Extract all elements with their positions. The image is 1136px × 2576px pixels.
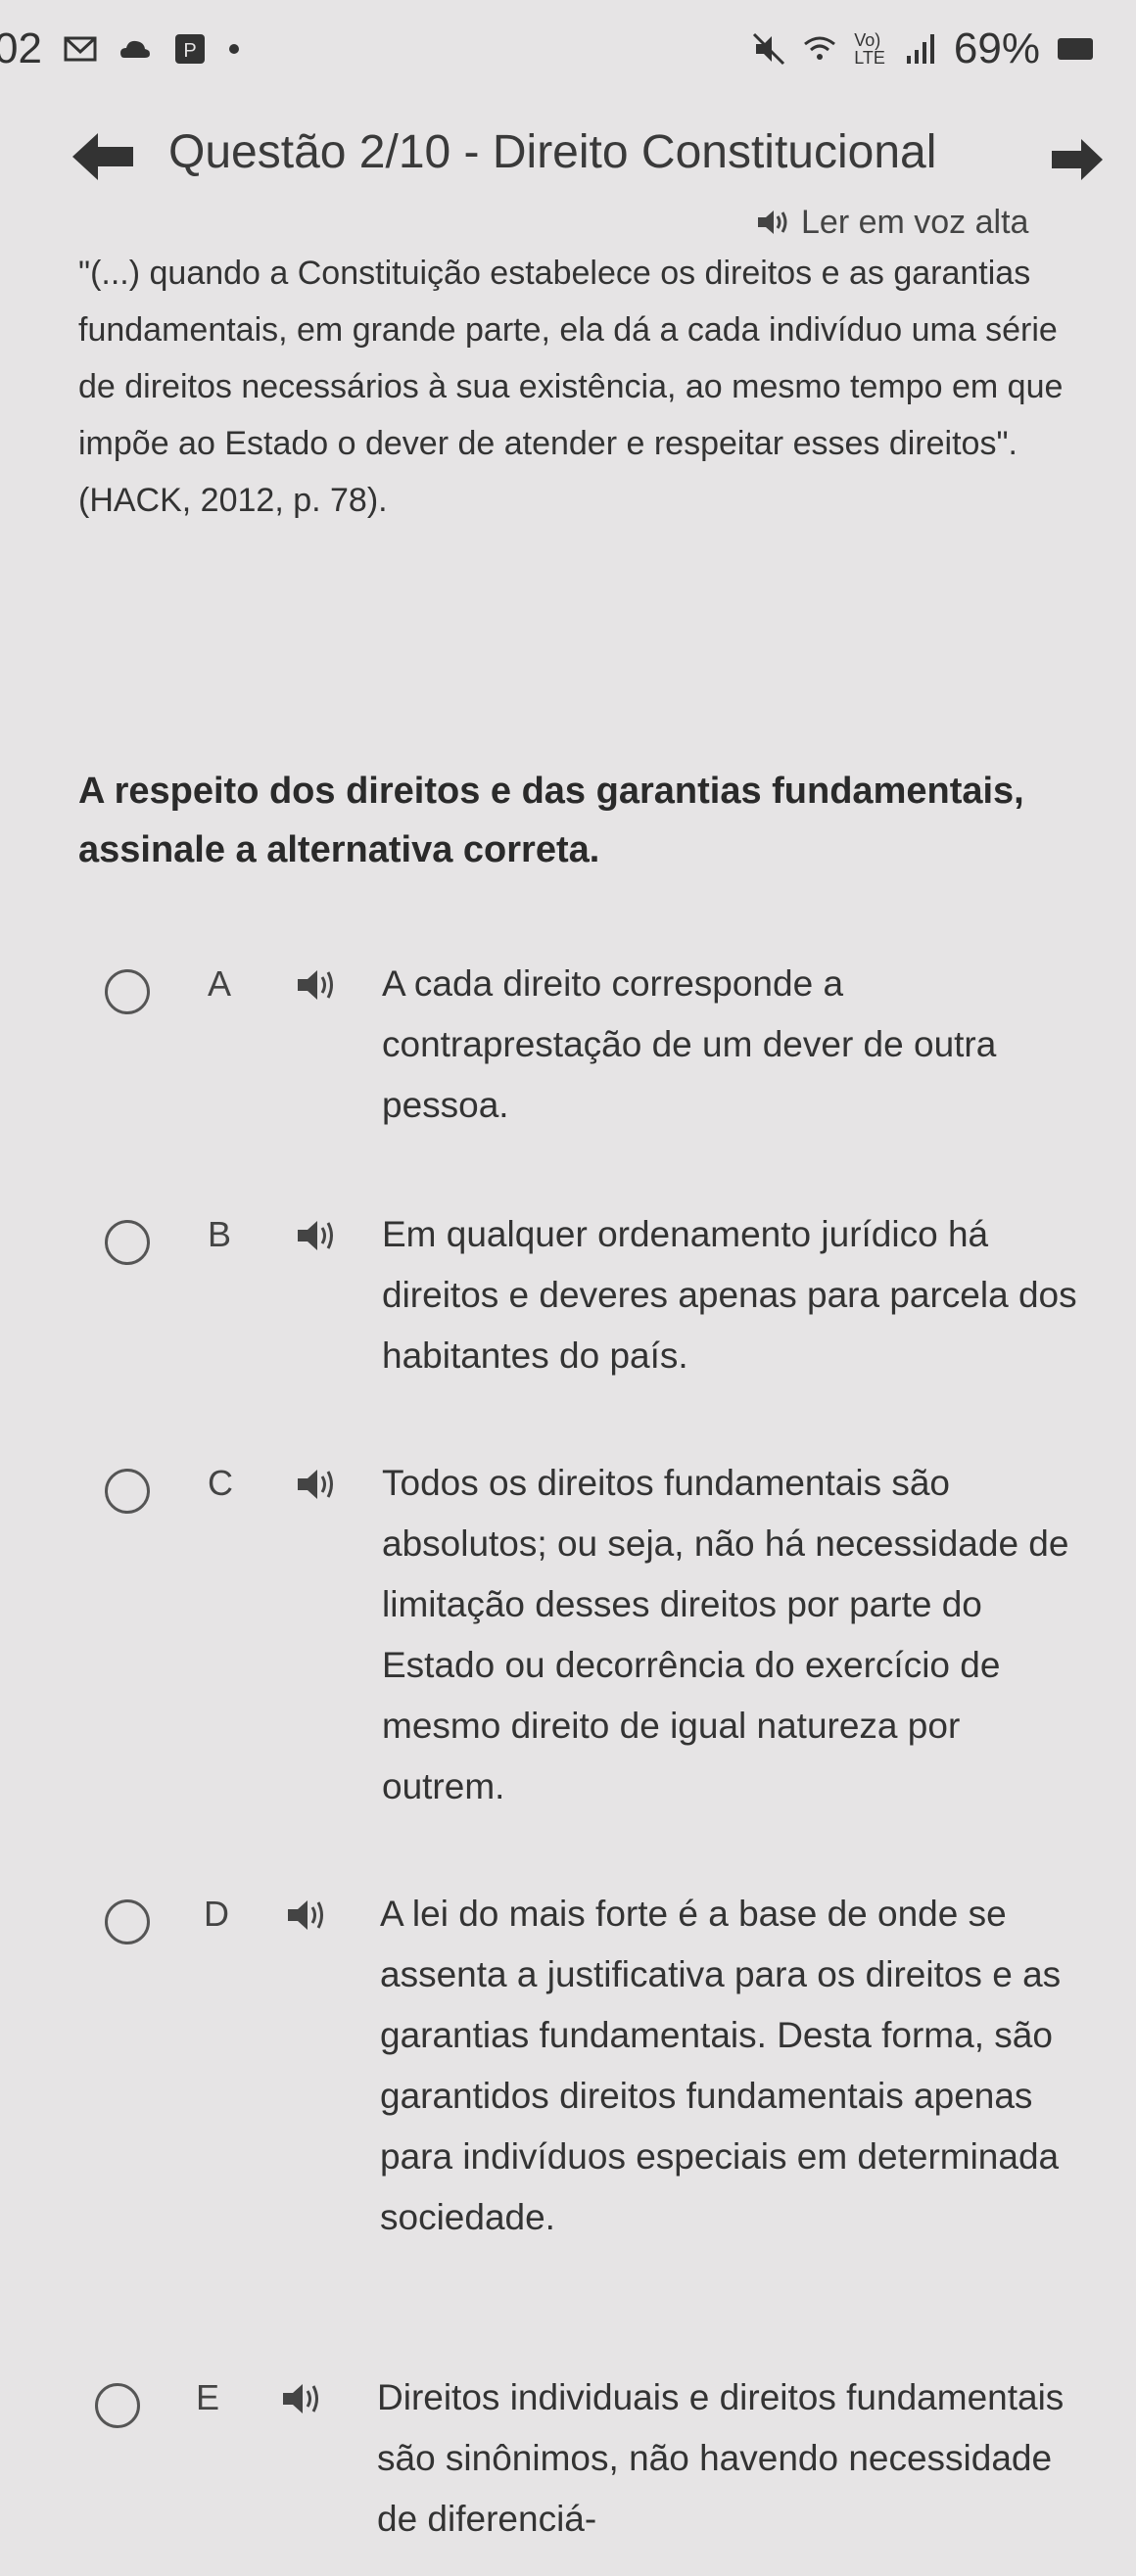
status-right: Vo) LTE 69% bbox=[752, 24, 1093, 73]
clock-fragment: 02 bbox=[0, 24, 42, 72]
alternative-audio-a[interactable] bbox=[294, 965, 341, 1005]
status-bar: 02 P Vo) LTE 69% bbox=[0, 0, 1136, 98]
dot-icon bbox=[228, 43, 240, 55]
alternative-letter: D bbox=[204, 1894, 229, 1934]
alternative-text-b: Em qualquer ordenamento jurídico há dire… bbox=[382, 1214, 1077, 1376]
radio-b[interactable] bbox=[105, 1220, 150, 1265]
header: Questão 2/10 - Direito Constitucional bbox=[0, 110, 1136, 203]
arrow-right-icon bbox=[1052, 139, 1103, 180]
question-quote: "(...) quando a Constituição estabelece … bbox=[78, 255, 1064, 519]
question-prompt: A respeito dos direitos e das garantias … bbox=[78, 771, 1024, 870]
alternative-letter: A bbox=[208, 963, 232, 1004]
speaker-icon bbox=[283, 2384, 318, 2413]
signal-icon bbox=[903, 32, 936, 66]
network-icon: Vo) LTE bbox=[854, 30, 885, 68]
alternative-audio-e[interactable] bbox=[279, 2379, 326, 2418]
alternative-audio-b[interactable] bbox=[294, 1216, 341, 1255]
battery-icon bbox=[1058, 38, 1093, 60]
alternative-letter: C bbox=[208, 1463, 233, 1503]
battery-percent: 69% bbox=[953, 24, 1040, 72]
speaker-icon bbox=[298, 970, 333, 1000]
read-aloud-label: Ler em voz alta bbox=[801, 203, 1029, 241]
alternative-text-d: A lei do mais forte é a base de onde se … bbox=[380, 1894, 1062, 2237]
radio-c[interactable] bbox=[105, 1469, 150, 1514]
alternative-e[interactable]: E Direitos individuais e direitos fundam… bbox=[0, 2373, 1136, 2569]
speaker-icon bbox=[288, 1900, 323, 1930]
radio-e[interactable] bbox=[95, 2383, 140, 2428]
back-button[interactable] bbox=[69, 127, 137, 186]
wifi-icon bbox=[803, 32, 836, 66]
speaker-icon bbox=[298, 1470, 333, 1499]
svg-text:P: P bbox=[183, 40, 196, 62]
alternative-text-e: Direitos individuais e direitos fundamen… bbox=[377, 2377, 1065, 2539]
mute-icon bbox=[752, 32, 785, 66]
alternative-d[interactable]: D A lei do mais forte é a base de onde s… bbox=[0, 1890, 1136, 2281]
alternative-text-c: Todos os direitos fundamentais são absol… bbox=[382, 1463, 1069, 1806]
next-button[interactable] bbox=[1048, 135, 1107, 184]
read-aloud-button[interactable]: Ler em voz alta bbox=[756, 200, 1028, 245]
radio-d[interactable] bbox=[105, 1899, 150, 1944]
gmail-icon bbox=[64, 32, 97, 66]
alternative-c[interactable]: C Todos os direitos fundamentais são abs… bbox=[0, 1459, 1136, 1806]
alternative-text-a: A cada direito corresponde a contraprest… bbox=[382, 963, 997, 1125]
alternative-a[interactable]: A A cada direito corresponde a contrapre… bbox=[0, 960, 1136, 1136]
status-left: 02 P bbox=[0, 24, 240, 73]
alternative-audio-c[interactable] bbox=[294, 1465, 341, 1504]
alternative-letter: E bbox=[196, 2377, 220, 2417]
arrow-left-icon bbox=[72, 133, 133, 180]
cloud-icon bbox=[118, 32, 152, 66]
alternative-audio-d[interactable] bbox=[284, 1896, 331, 1935]
alternative-letter: B bbox=[208, 1214, 232, 1254]
p-app-icon: P bbox=[173, 32, 207, 66]
radio-a[interactable] bbox=[105, 969, 150, 1014]
alternative-b[interactable]: B Em qualquer ordenamento jurídico há di… bbox=[0, 1210, 1136, 1386]
speaker-icon bbox=[758, 211, 787, 234]
page-title: Questão 2/10 - Direito Constitucional bbox=[168, 126, 937, 178]
speaker-icon bbox=[298, 1221, 333, 1250]
